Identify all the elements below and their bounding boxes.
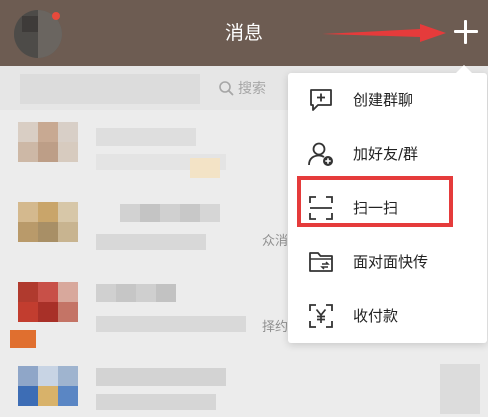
list-item[interactable]: 择约: [0, 270, 288, 350]
top-bar: 消息: [0, 0, 488, 66]
menu-item-payment[interactable]: 收付款: [288, 289, 487, 343]
message-snippet: 众消: [262, 234, 289, 249]
list-item[interactable]: [0, 110, 288, 200]
menu-item-label: 收付款: [353, 307, 399, 325]
chat-add-icon: [310, 89, 332, 111]
menu-item-label: 面对面快传: [353, 253, 429, 271]
search-bar-blurred-region: [20, 74, 200, 104]
annotation-arrow-icon: [322, 24, 446, 42]
menu-item-face-to-face-transfer[interactable]: 面对面快传: [288, 235, 487, 289]
add-friend-icon: [308, 142, 333, 166]
menu-item-label: 创建群聊: [353, 91, 414, 109]
list-item[interactable]: [0, 350, 488, 417]
search-input[interactable]: 搜索: [218, 78, 266, 98]
yuan-payment-icon: [309, 304, 333, 328]
folder-transfer-icon: [309, 252, 333, 272]
search-placeholder: 搜索: [238, 81, 266, 97]
annotation-highlight-box: [297, 176, 453, 227]
search-icon: [219, 81, 234, 96]
menu-item-add-friend[interactable]: 加好友/群: [288, 127, 487, 181]
message-snippet: 择约: [262, 320, 289, 335]
menu-item-label: 加好友/群: [353, 145, 419, 163]
menu-item-create-group[interactable]: 创建群聊: [288, 73, 487, 127]
add-button[interactable]: [448, 14, 484, 50]
list-item[interactable]: 众消: [0, 190, 288, 270]
